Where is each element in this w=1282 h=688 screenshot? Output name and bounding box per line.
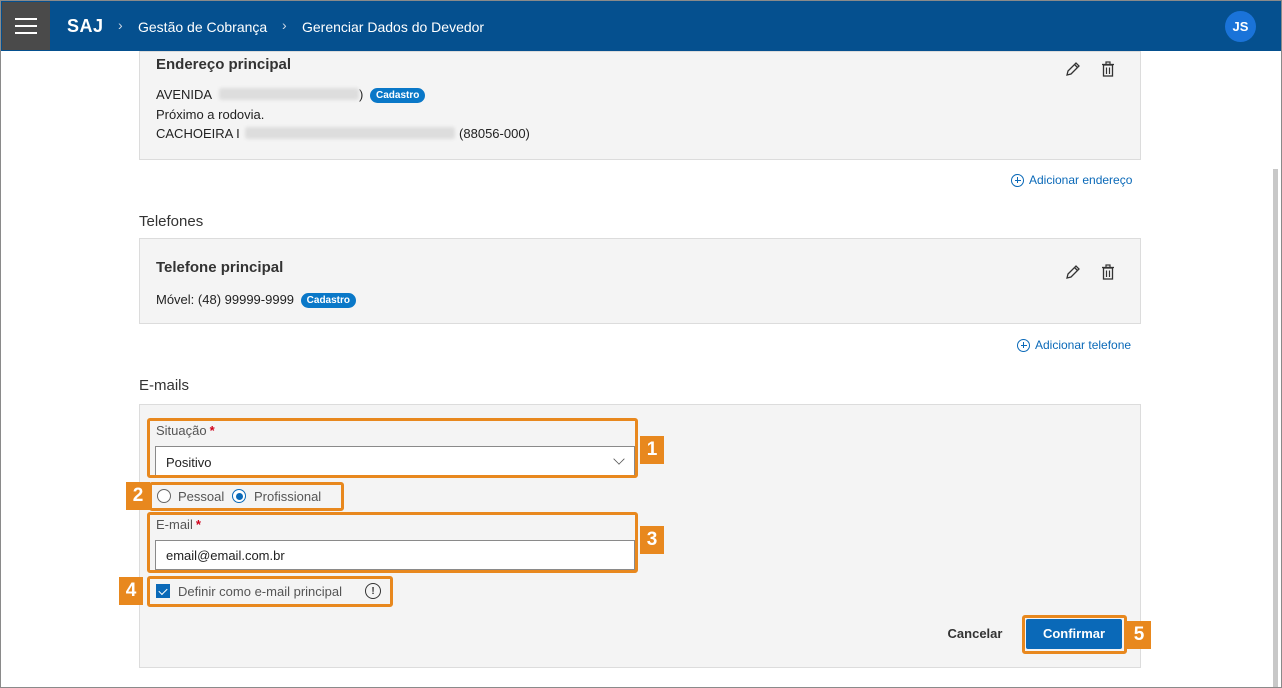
edit-address-button[interactable] bbox=[1064, 60, 1082, 78]
trash-icon bbox=[1102, 264, 1114, 280]
add-phone-link[interactable]: Adicionar telefone bbox=[1017, 338, 1131, 352]
scrollbar[interactable] bbox=[1273, 169, 1278, 687]
address-street: AVENIDA bbox=[156, 87, 212, 102]
delete-phone-button[interactable] bbox=[1099, 263, 1117, 281]
callout-highlight-2 bbox=[149, 482, 344, 511]
hamburger-menu-button[interactable] bbox=[2, 2, 50, 50]
cancel-button[interactable]: Cancelar bbox=[937, 623, 1013, 645]
top-bar: SAJ › Gestão de Cobrança › Gerenciar Dad… bbox=[1, 1, 1281, 51]
trash-icon bbox=[1102, 61, 1114, 77]
add-address-link[interactable]: Adicionar endereço bbox=[1011, 173, 1132, 187]
emails-section-title: E-mails bbox=[139, 377, 190, 394]
address-line-2: Próximo a rodovia. bbox=[156, 107, 265, 122]
callout-highlight-4 bbox=[147, 576, 393, 607]
redacted-text bbox=[245, 127, 456, 139]
breadcrumb-gestao-cobranca[interactable]: Gestão de Cobrança bbox=[138, 19, 267, 35]
callout-highlight-1 bbox=[147, 418, 638, 478]
chevron-right-icon: › bbox=[118, 17, 123, 33]
phone-number: Móvel: (48) 99999-9999 bbox=[156, 292, 295, 307]
callout-number-2: 2 bbox=[126, 482, 150, 510]
plus-circle-icon bbox=[1017, 338, 1030, 352]
address-line-3: CACHOEIRA I (88056-000) bbox=[156, 126, 530, 141]
callout-highlight-3 bbox=[147, 512, 638, 573]
card-title: Telefone principal bbox=[156, 259, 284, 276]
plus-circle-icon bbox=[1011, 173, 1024, 187]
address-zip: (88056-000) bbox=[459, 126, 530, 141]
chevron-right-icon: › bbox=[282, 17, 287, 33]
address-paren: ) bbox=[359, 87, 364, 102]
status-badge: Cadastro bbox=[369, 88, 426, 103]
edit-phone-button[interactable] bbox=[1064, 263, 1082, 281]
phones-section-title: Telefones bbox=[139, 213, 204, 230]
user-avatar[interactable]: JS bbox=[1225, 11, 1256, 42]
add-address-label: Adicionar endereço bbox=[1029, 173, 1133, 187]
callout-number-5: 5 bbox=[1127, 621, 1151, 649]
callout-highlight-5 bbox=[1022, 615, 1127, 654]
address-card: Endereço principal AVENIDA ) Cadastro Pr… bbox=[139, 51, 1141, 160]
callout-number-4: 4 bbox=[119, 577, 143, 605]
add-phone-label: Adicionar telefone bbox=[1035, 338, 1132, 352]
callout-number-3: 3 bbox=[640, 526, 664, 554]
delete-address-button[interactable] bbox=[1099, 60, 1117, 78]
app-logo[interactable]: SAJ bbox=[67, 16, 104, 37]
card-title: Endereço principal bbox=[156, 56, 292, 73]
address-city: CACHOEIRA I bbox=[156, 126, 240, 141]
app-window: SAJ › Gestão de Cobrança › Gerenciar Dad… bbox=[0, 0, 1282, 688]
breadcrumb-gerenciar-dados: Gerenciar Dados do Devedor bbox=[302, 19, 485, 35]
status-badge: Cadastro bbox=[300, 293, 357, 308]
phone-card: Telefone principal Móvel: (48) 99999-999… bbox=[139, 238, 1141, 324]
callout-number-1: 1 bbox=[640, 436, 664, 464]
pencil-icon bbox=[1066, 62, 1080, 76]
pencil-icon bbox=[1066, 265, 1080, 279]
redacted-text bbox=[219, 88, 360, 100]
menu-icon bbox=[15, 25, 37, 27]
address-line-1: AVENIDA ) Cadastro bbox=[156, 87, 426, 103]
phone-line: Móvel: (48) 99999-9999 Cadastro bbox=[156, 292, 357, 308]
